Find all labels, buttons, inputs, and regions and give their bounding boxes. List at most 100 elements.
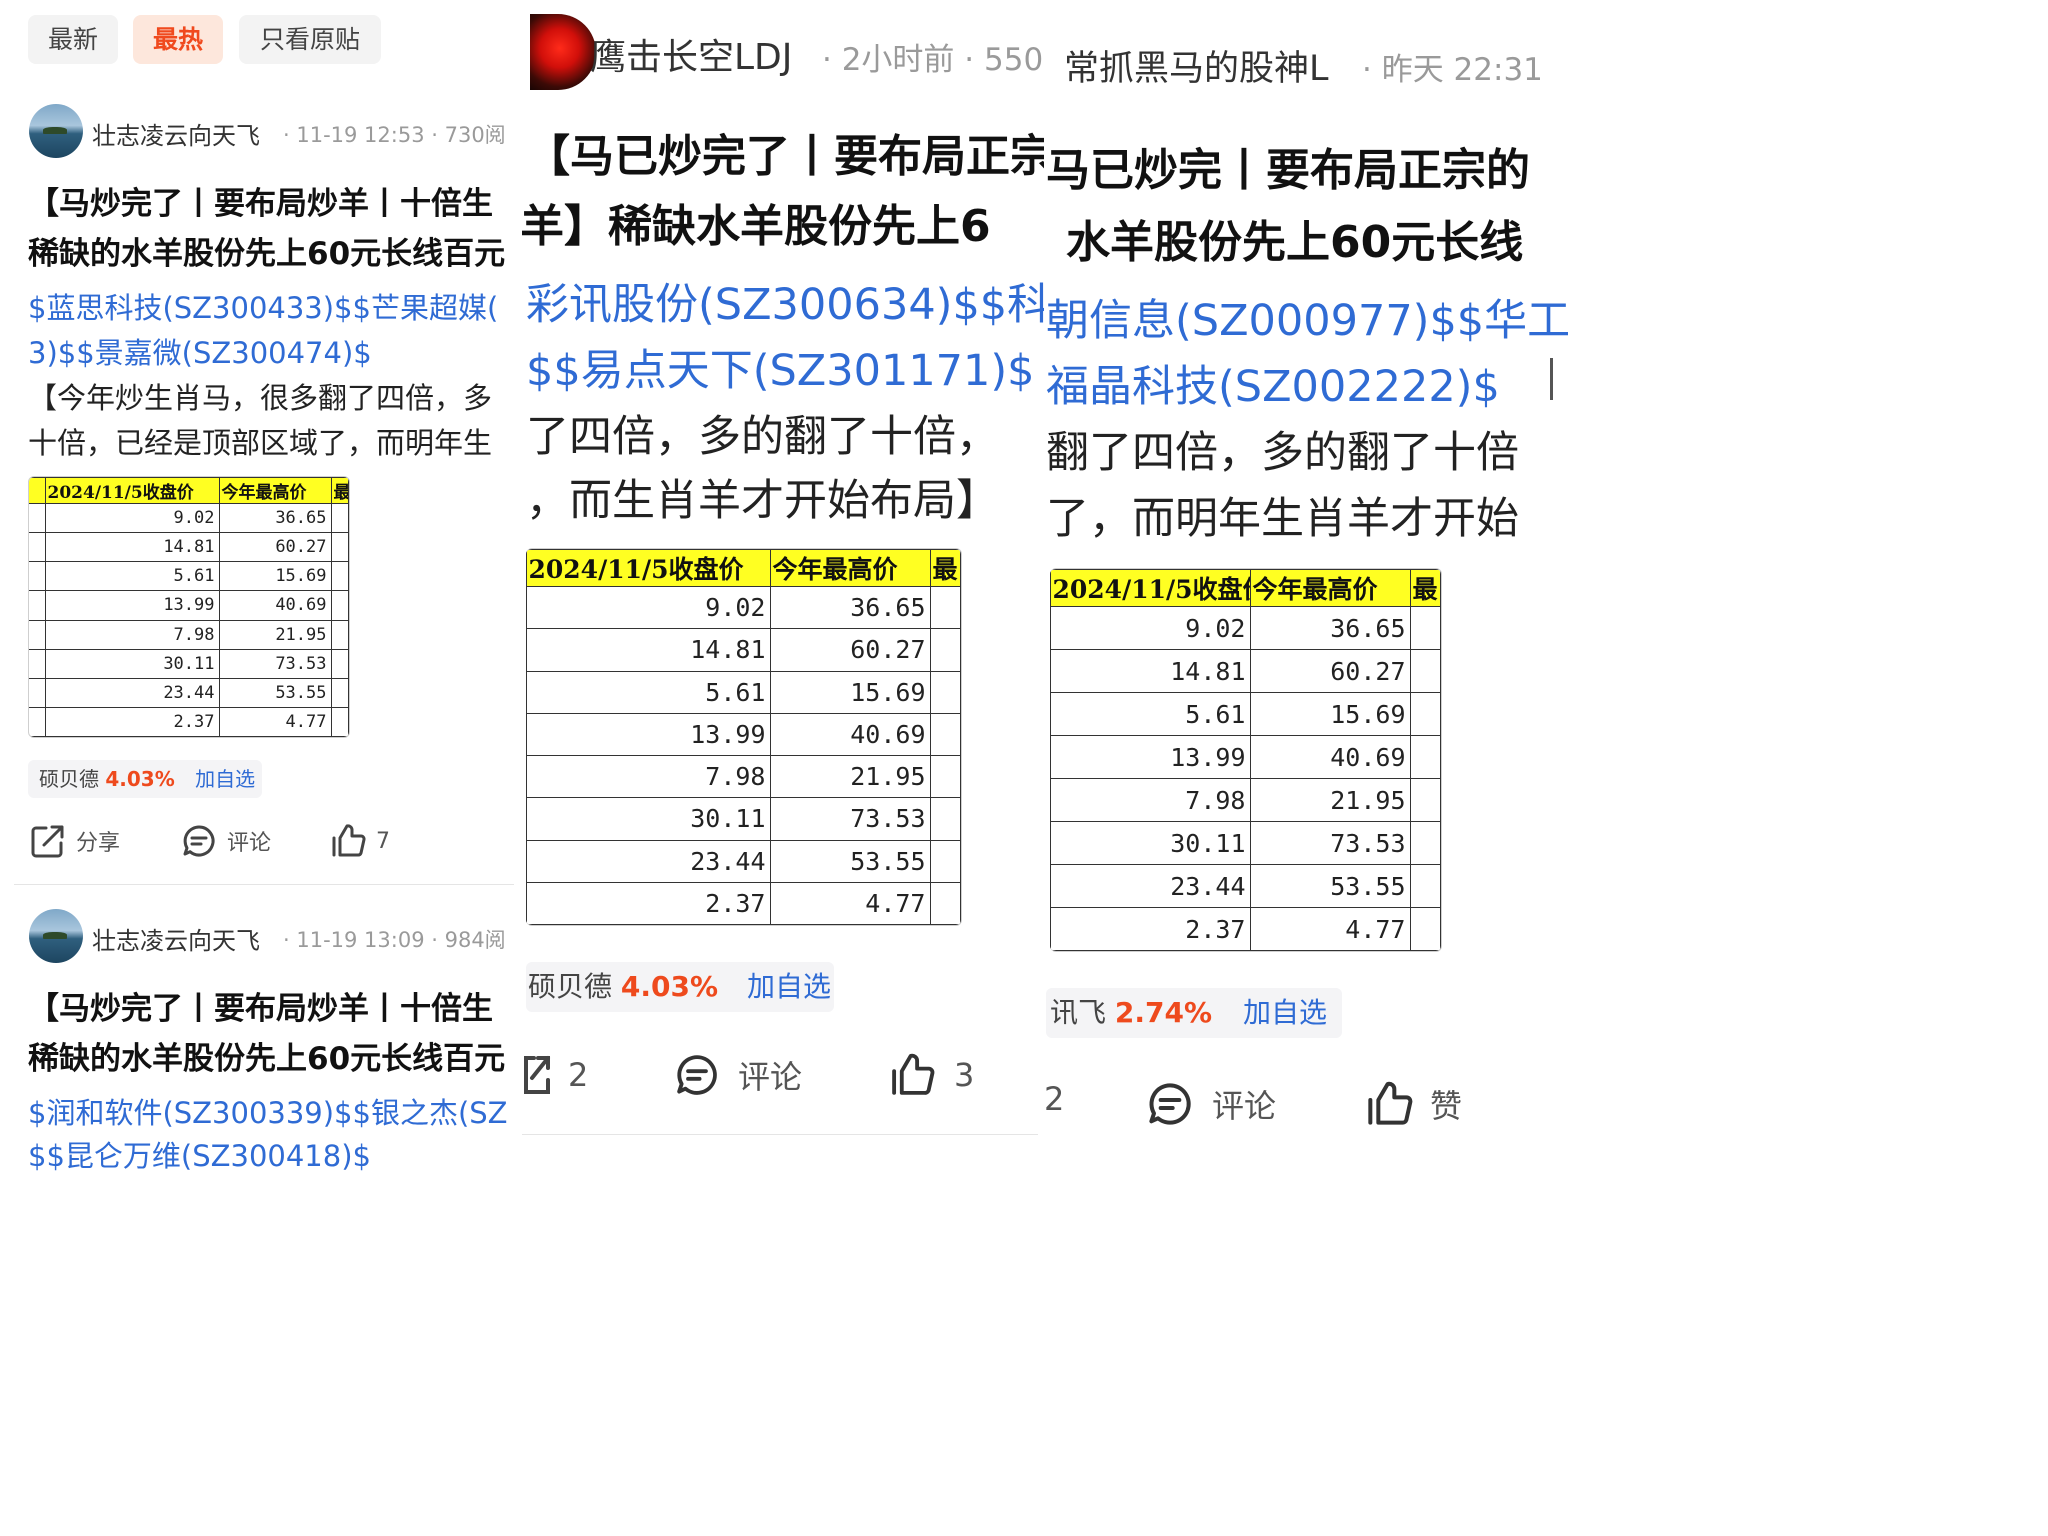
comment-button[interactable]: 评论 (1146, 1080, 1276, 1128)
table-cell (929, 712, 961, 757)
like-button[interactable]: 7 (330, 823, 390, 859)
table-row: 5.61 15.69 (1050, 692, 1441, 736)
stock-chip[interactable]: 讯飞 2.74% 加自选 (1046, 988, 1342, 1038)
post-body-line-1: 了四倍，多的翻了十倍， (526, 412, 999, 462)
post-divider (14, 884, 514, 885)
avatar[interactable] (29, 104, 83, 158)
post-title-line-2[interactable]: 羊】稀缺水羊股份先上6 (522, 190, 991, 254)
table-header-cell: 2024/11/5收盘价 (44, 477, 220, 504)
stock-links-line-2[interactable]: 福晶科技(SZ002222)$ (1046, 352, 1500, 414)
table-header-row: 2024/11/5收盘价今年最高价最 (1050, 569, 1441, 607)
tab-hottest[interactable]: 最热 (133, 15, 223, 64)
table-row: 7.98 21.95 (526, 754, 961, 799)
table-cell: 73.53 (218, 648, 332, 679)
spreadsheet-image[interactable]: 2024/11/5收盘价今年最高价最9.0236.6514.8160.275.6… (526, 548, 962, 926)
comment-button[interactable]: 评论 (181, 823, 271, 859)
table-header-row: 2024/11/5收盘价今年最高价最 (526, 549, 961, 587)
table-cell: 21.95 (218, 619, 332, 650)
table-cell: 30.11 (1050, 821, 1251, 865)
table-cell: 53.55 (769, 839, 931, 883)
post-title-line-1[interactable]: 【马炒完了丨要布局炒羊丨十倍生 (28, 983, 493, 1028)
table-cell (330, 677, 349, 708)
post-body-line-1: 翻了四倍，多的翻了十倍 (1046, 428, 1519, 478)
table-row: 13.99 40.69 (526, 712, 961, 757)
table-cell: 4.77 (769, 881, 931, 925)
table-cell (929, 881, 961, 925)
table-row: 2.37 4.77 (1050, 907, 1441, 951)
stock-links-line-1[interactable]: $蓝思科技(SZ300433)$$芒果超媒( (28, 285, 498, 327)
author-name[interactable]: 常抓黑马的股神L (1064, 40, 1329, 91)
share-count: 2 (1044, 1080, 1065, 1118)
table-cell: 40.69 (1249, 735, 1411, 779)
like-label: 赞 (1430, 1087, 1463, 1125)
stock-links-line-1[interactable]: 朝信息(SZ000977)$$华工 (1046, 286, 1568, 348)
table-cell: 15.69 (1249, 692, 1411, 736)
author-name[interactable]: 壮志凌云向天飞 (92, 116, 260, 151)
share-button[interactable]: 2 (1044, 1080, 1064, 1118)
post-title-line-1[interactable]: 【马炒完了丨要布局炒羊丨十倍生 (28, 178, 493, 223)
post-title-line-2[interactable]: 稀缺的水羊股份先上60元长线百元 (28, 228, 505, 273)
stock-chip[interactable]: 硕贝德 4.03% 加自选 (526, 962, 834, 1012)
post-title-line-1[interactable]: 【马已炒完了丨要布局正宗 (526, 120, 1044, 184)
avatar[interactable] (530, 14, 596, 90)
share-icon (522, 1052, 552, 1098)
stock-links-line-2[interactable]: $$易点天下(SZ301171)$ (526, 336, 1035, 398)
table-cell: 15.69 (218, 561, 332, 592)
add-watchlist-button[interactable]: 加自选 (195, 767, 255, 791)
table-row: 13.99 40.69 (1050, 735, 1441, 779)
stock-links-line-2[interactable]: $$昆仑万维(SZ300418)$ (28, 1133, 371, 1175)
table-cell: 23.44 (526, 839, 771, 883)
share-button[interactable]: 分享 (30, 823, 120, 859)
table-cell (330, 561, 349, 592)
stock-chip[interactable]: 硕贝德 4.03% 加自选 (28, 760, 262, 798)
table-cell (330, 502, 349, 534)
post-body-line-1: 【今年炒生肖马，很多翻了四倍，多 (28, 381, 493, 415)
table-cell: 21.95 (769, 754, 931, 799)
author-name[interactable]: 鹰击长空LDJ (590, 28, 792, 80)
post-body-line-2: ，而生肖羊才开始布局】 (526, 476, 999, 526)
table-row: 9.02 36.65 (526, 585, 961, 630)
stock-name: 硕贝德 (39, 767, 99, 791)
comment-icon (181, 823, 217, 859)
share-button[interactable]: 2 (522, 1052, 588, 1098)
comment-button[interactable]: 评论 (674, 1052, 802, 1098)
stock-links-line-2[interactable]: 3)$$景嘉微(SZ300474)$ (28, 330, 372, 372)
tab-latest[interactable]: 最新 (28, 15, 118, 64)
table-header-cell: 最 (330, 477, 349, 504)
thumbs-up-icon (1364, 1080, 1414, 1128)
stock-change: 4.03% (105, 767, 175, 791)
spreadsheet-image[interactable]: 2024/11/5收盘价今年最高价最9.0236.6514.8160.275.6… (1050, 568, 1442, 952)
tab-original-only[interactable]: 只看原贴 (239, 15, 381, 64)
table-row: 14.81 60.27 (1050, 649, 1441, 693)
comment-label: 评论 (1212, 1087, 1277, 1125)
comment-label: 评论 (227, 831, 272, 856)
table-cell (1409, 778, 1441, 822)
table-cell: 60.27 (218, 532, 332, 563)
table-cell (929, 839, 961, 883)
stock-links-line-1[interactable]: 彩讯股份(SZ300634)$$科 (526, 270, 1044, 332)
avatar[interactable] (29, 909, 83, 963)
like-button[interactable]: 赞 (1364, 1080, 1462, 1128)
table-cell: 9.02 (526, 585, 771, 630)
share-count: 2 (568, 1056, 589, 1094)
post-title-line-1[interactable]: 马已炒完丨要布局正宗的 (1046, 134, 1530, 198)
add-watchlist-button[interactable]: 加自选 (1243, 996, 1327, 1029)
table-cell (1409, 649, 1441, 693)
stock-links-line-1[interactable]: $润和软件(SZ300339)$$银之杰(SZ (28, 1090, 508, 1132)
post-body-line-2: 十倍，已经是顶部区域了，而明年生 (28, 426, 493, 460)
author-name[interactable]: 壮志凌云向天飞 (92, 921, 260, 956)
table-cell: 4.77 (218, 706, 332, 737)
table-cell (330, 619, 349, 650)
table-header-cell: 今年最高价 (1249, 569, 1411, 607)
table-cell: 7.98 (526, 754, 771, 799)
add-watchlist-button[interactable]: 加自选 (747, 970, 831, 1003)
like-button[interactable]: 3 (888, 1052, 974, 1098)
post-title-line-2[interactable]: 水羊股份先上60元长线 (1066, 206, 1523, 270)
table-cell: 2.37 (526, 881, 771, 925)
post-title-line-2[interactable]: 稀缺的水羊股份先上60元长线百元 (28, 1033, 505, 1078)
table-cell: 40.69 (218, 590, 332, 621)
spreadsheet-image[interactable]: 2024/11/5收盘价今年最高价最9.0236.6514.8160.275.6… (28, 476, 350, 738)
table-cell (330, 590, 349, 621)
table-cell: 36.65 (1249, 606, 1411, 650)
table-cell (929, 585, 961, 630)
